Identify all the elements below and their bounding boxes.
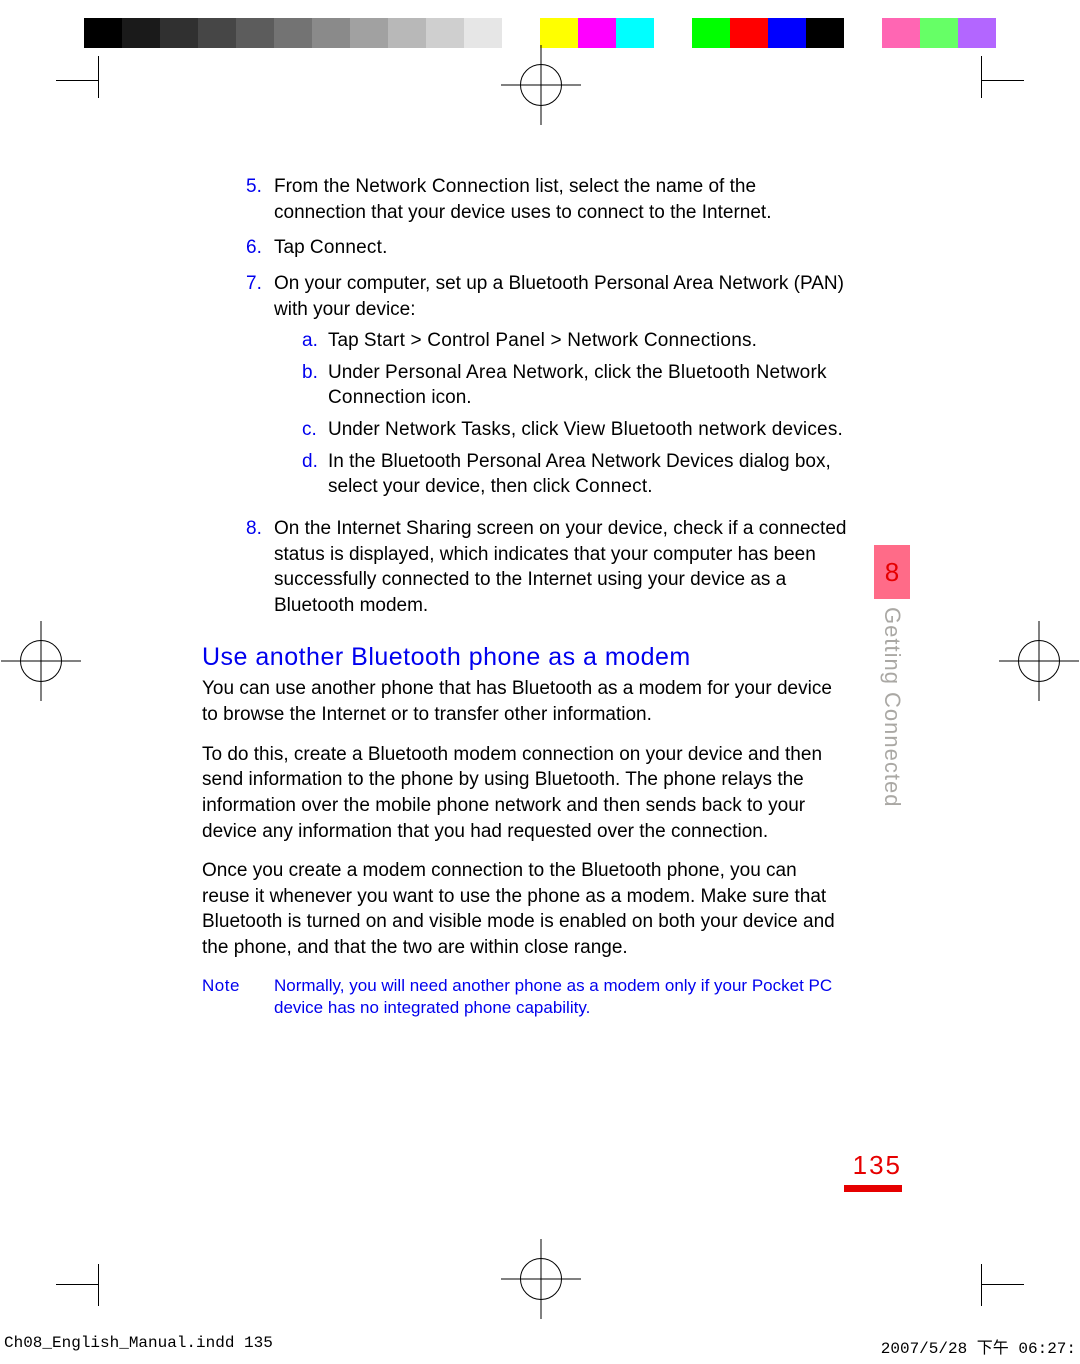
- crop-mark: [981, 1264, 982, 1306]
- step-7c: c. Under Network Tasks, click View Bluet…: [302, 417, 848, 443]
- crop-mark: [982, 1284, 1024, 1285]
- note-text: Normally, you will need another phone as…: [274, 975, 848, 1019]
- step-5: 5. From the Network Connection list, sel…: [246, 174, 848, 225]
- footer-filename: Ch08_English_Manual.indd 135: [4, 1334, 273, 1358]
- crop-mark: [56, 1284, 98, 1285]
- page-content: 5. From the Network Connection list, sel…: [202, 174, 848, 1019]
- crop-mark: [98, 56, 99, 98]
- step-7a: a. Tap Start > Control Panel > Network C…: [302, 328, 848, 354]
- note-label: Note: [202, 975, 274, 1019]
- chapter-number: 8: [885, 557, 899, 587]
- registration-mark-icon: [520, 1258, 562, 1300]
- page-number-block: 135: [844, 1150, 902, 1192]
- crop-mark: [98, 1264, 99, 1306]
- chapter-title: Getting Connected: [879, 607, 905, 807]
- paragraph: Once you create a modem connection to th…: [202, 858, 848, 961]
- paragraph: You can use another phone that has Bluet…: [202, 676, 848, 727]
- paragraph: To do this, create a Bluetooth modem con…: [202, 742, 848, 845]
- step-7b: b. Under Personal Area Network, click th…: [302, 360, 848, 411]
- section-heading: Use another Bluetooth phone as a modem: [202, 641, 848, 675]
- step-7: 7. On your computer, set up a Bluetooth …: [246, 271, 848, 506]
- step-7d: d. In the Bluetooth Personal Area Networ…: [302, 449, 848, 500]
- page-number: 135: [844, 1150, 902, 1181]
- crop-mark: [981, 56, 982, 98]
- registration-mark-icon: [1018, 640, 1060, 682]
- print-footer: Ch08_English_Manual.indd 135 2007/5/28 下…: [0, 1334, 1080, 1358]
- step-8: 8. On the Internet Sharing screen on you…: [246, 516, 848, 619]
- printer-color-bar: [84, 18, 996, 48]
- crop-mark: [982, 80, 1024, 81]
- registration-mark-icon: [520, 64, 562, 106]
- chapter-tab: 8 Getting Connected: [874, 545, 910, 807]
- crop-mark: [56, 80, 98, 81]
- step-6: 6. Tap Connect.: [246, 235, 848, 261]
- footer-timestamp: 2007/5/28 下午 06:27:: [881, 1334, 1076, 1358]
- note: Note Normally, you will need another pho…: [202, 975, 848, 1019]
- registration-mark-icon: [20, 640, 62, 682]
